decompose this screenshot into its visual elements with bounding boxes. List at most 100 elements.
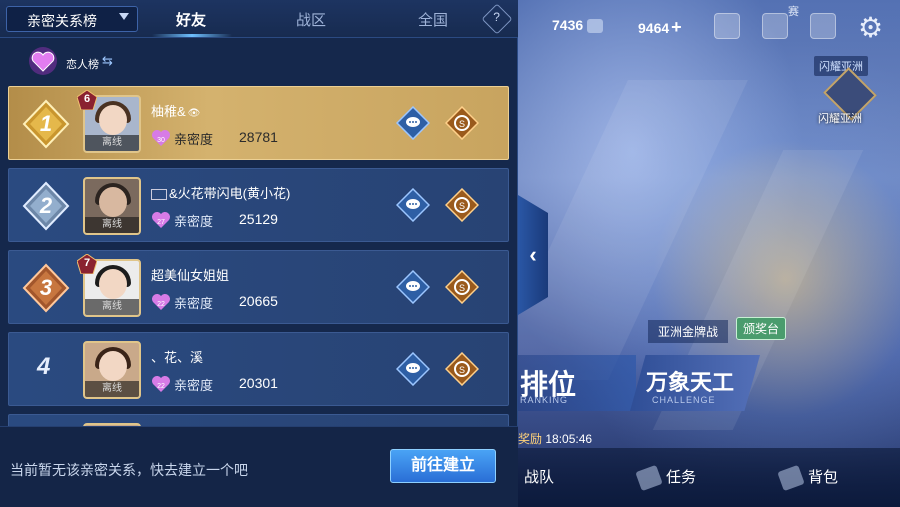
intimacy-value: 20301 [239,375,278,391]
list-item[interactable]: 4 离线 、花、溪 22 亲密度 20301 S [8,332,509,406]
nav-bag-label: 背包 [808,469,839,486]
ranking-type-dropdown[interactable]: 亲密关系榜 [6,6,138,32]
task-icon [635,464,663,492]
help-icon[interactable]: ? [481,3,513,35]
offline-label: 离线 [85,381,139,397]
resource-diamond-value: 9464 [638,20,670,36]
ranked-mode-subtitle: RANKING [520,395,569,405]
offline-label: 离线 [85,299,139,315]
help-glyph: ? [493,10,500,25]
intimacy-label: 亲密度 [174,132,214,147]
list-item[interactable] [8,414,509,426]
event-label: 亚洲金牌战 [648,320,729,343]
offline-label: 离线 [85,135,139,151]
swap-icon: ⇆ [102,53,113,68]
chat-icon[interactable] [396,188,430,222]
award-stage-button[interactable]: 颁奖台 [736,317,787,340]
challenge-mode-subtitle: CHALLENGE [652,395,716,405]
send-gift-icon[interactable]: S [445,106,479,140]
heart-icon [29,47,57,75]
send-gift-icon[interactable]: S [445,352,479,386]
list-item[interactable]: 3 离线 7 超美仙女姐姐 22 亲密度 20665 S [8,250,509,324]
resource-coupon[interactable]: 7436 [552,17,604,34]
chevron-down-icon [119,13,129,20]
friend-name: &火花带闪电(黄小花) [151,183,290,202]
friend-name-text: &火花带闪电(黄小花) [169,186,291,201]
svg-text:S: S [459,201,465,211]
intimacy-label: 亲密度 [174,378,214,393]
rank-silver-badge-icon [22,181,70,231]
dropdown-label: 亲密关系榜 [27,13,97,29]
chat-icon[interactable] [396,106,430,140]
tab-war-zone[interactable]: 战区 [296,9,326,30]
empty-relationship-hint: 当前暂无该亲密关系，快去建立一个吧 [10,462,248,478]
friends-icon[interactable] [714,13,740,39]
nav-team[interactable]: 战队 [524,466,554,487]
friend-name: 柚稚& 👁 [151,101,200,120]
resource-diamond[interactable]: 9464 + [638,17,682,38]
challenge-mode-button[interactable]: 万象天工 CHALLENGE [630,355,760,411]
send-gift-icon[interactable]: S [445,188,479,222]
intimacy-value: 28781 [239,129,278,145]
panel-footer: 当前暂无该亲密关系，快去建立一个吧 前往建立 [0,426,518,507]
collapse-panel-button[interactable]: ‹ [518,195,548,315]
tab-national[interactable]: 全国 [418,9,448,30]
season-badge[interactable]: 闪耀亚洲 闪耀亚洲 [814,56,884,126]
avatar-face [99,351,127,381]
avatar-face [99,269,127,299]
level-badge-icon [77,254,97,274]
timer-prefix: 奖励 [518,432,543,446]
friend-name: 超美仙女姐姐 [151,268,230,283]
bottom-nav: 战队 任务 背包 [518,448,900,507]
share-icon[interactable] [762,13,788,39]
offline-label: 离线 [85,217,139,233]
nav-team-label: 战队 [524,469,555,486]
intimacy-label: 亲密度 [174,296,214,311]
intimacy-heart-icon [152,212,170,228]
nav-tasks-label: 任务 [666,469,697,486]
intimacy-value: 20665 [239,293,278,309]
intimacy-list: 1 离线 6 柚稚& 👁 30 亲密度 28781 S 2 离线 &火花带闪电(… [0,86,518,426]
intimacy-label: 亲密度 [174,214,214,229]
chat-icon[interactable] [396,352,430,386]
timer-value: 18:05:46 [545,432,593,446]
lover-ranking-label: 恋人榜 [66,59,99,71]
panel-header: 亲密关系榜 好友 战区 全国 ? [0,0,518,38]
chevron-left-icon: ‹ [529,242,537,267]
ranked-mode-button[interactable]: 排位 RANKING [518,355,636,411]
nav-tasks[interactable]: 任务 [635,464,697,492]
chat-icon[interactable] [396,270,430,304]
reward-timer: 奖励 18:05:46 [518,430,592,447]
avatar[interactable]: 离线 [83,341,141,399]
svg-text:S: S [459,365,465,375]
send-gift-icon[interactable]: S [445,270,479,304]
svg-text:S: S [459,119,465,129]
challenge-mode-title: 万象天工 [646,370,735,395]
level-badge-icon [77,90,97,110]
flag-icon [151,189,167,201]
active-tab-indicator [152,34,232,37]
rank-gold-badge-icon [22,99,70,149]
nav-bag[interactable]: 背包 [777,464,839,492]
gear-icon[interactable]: ⚙ [858,11,883,44]
tab-friends[interactable]: 好友 [176,9,206,30]
go-establish-button[interactable]: 前往建立 [390,449,496,483]
plus-icon[interactable]: + [671,17,682,37]
avatar[interactable]: 离线 [83,177,141,235]
list-item[interactable]: 1 离线 6 柚稚& 👁 30 亲密度 28781 S [8,86,509,160]
friend-name-text: 柚稚& [151,104,186,119]
intimacy-heart-icon [152,376,170,392]
eye-icon: 👁 [187,108,201,119]
coupon-icon [587,19,604,34]
season-label: 闪耀亚洲 [818,113,862,125]
resource-bar: 7436 9464 + 赛 ⚙ [518,0,900,54]
intimacy-panel: 亲密关系榜 好友 战区 全国 ? 恋人榜 ⇆ 1 离线 6 柚稚& 👁 30 亲… [0,0,518,507]
rank-number: 4 [37,353,51,380]
list-item[interactable]: 2 离线 &火花带闪电(黄小花) 27 亲密度 25129 S [8,168,509,242]
avatar-face [99,187,127,217]
corner-tag: 赛 [788,6,799,18]
avatar-face [99,105,127,135]
intimacy-heart-icon [152,294,170,310]
friend-name: 、花、溪 [151,350,204,365]
mail-icon[interactable] [810,13,836,39]
